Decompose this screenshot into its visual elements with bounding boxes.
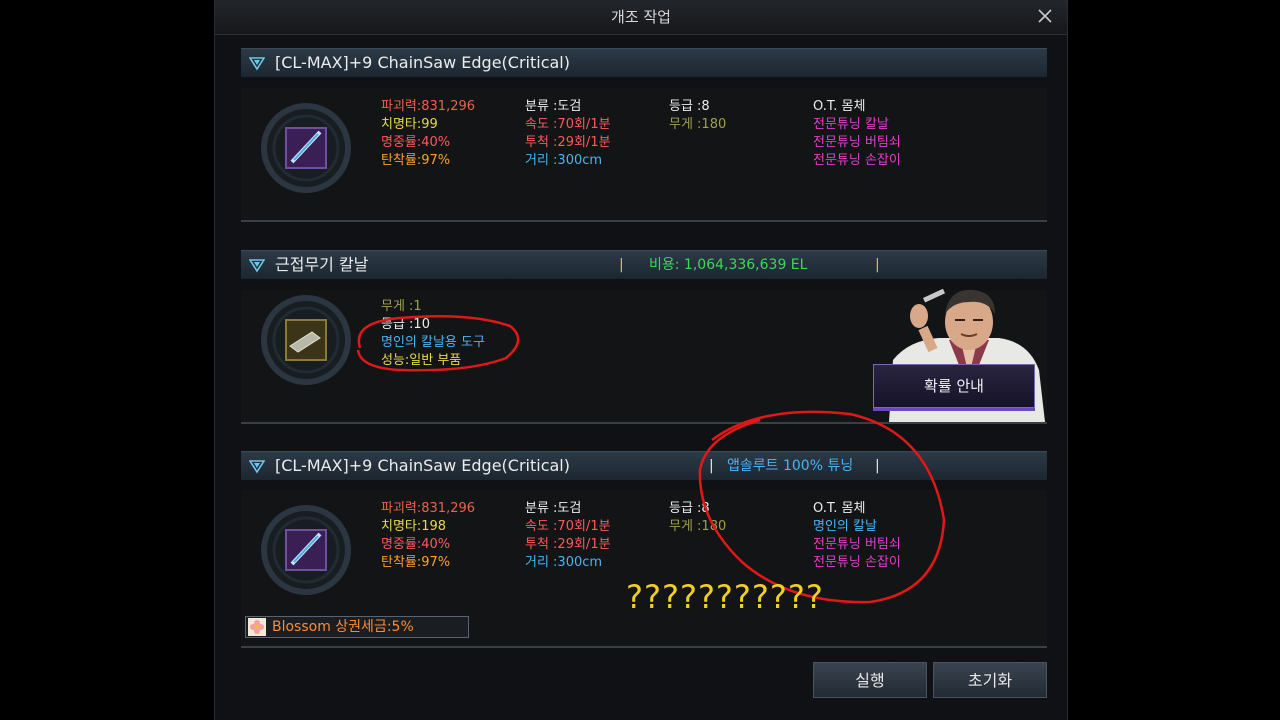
grade: 등급 :8 [669, 99, 710, 114]
part-handle: 전문튜닝 손잡이 [813, 153, 901, 168]
triangle-down-icon [249, 259, 265, 273]
triangle-down-icon [249, 57, 265, 71]
blossom-tax-badge: Blossom 상권세금:5% [245, 616, 469, 638]
category: 분류 :도검 [525, 501, 582, 516]
result-stats-col1: 파괴력:831,296 치명타:198 명중률:40% 탄착률:97% [381, 500, 475, 572]
accuracy: 명중률:40% [381, 537, 451, 552]
probability-guide-button[interactable]: 확률 안내 [873, 364, 1035, 408]
separator: | [875, 257, 880, 273]
range: 거리 :300cm [525, 153, 603, 168]
material-weight: 무게 :1 [381, 299, 422, 314]
item-name: [CL-MAX]+9 ChainSaw Edge(Critical) [275, 53, 570, 72]
throw-rate: 투척 :29회/1분 [525, 537, 611, 552]
accuracy: 명중률:40% [381, 135, 451, 150]
item-stats-col3: 등급 :8 무게 :180 [669, 98, 726, 134]
separator: | [709, 458, 714, 474]
part-body: O.T. 몸체 [813, 501, 866, 516]
attack-power: 파괴력:831,296 [381, 501, 476, 516]
part-handle: 전문튜닝 손잡이 [813, 555, 901, 570]
material-name: 근접무기 칼날 [275, 255, 369, 274]
result-slot-icon[interactable] [258, 502, 354, 598]
result-name: [CL-MAX]+9 ChainSaw Edge(Critical) [275, 456, 570, 475]
material-header: 근접무기 칼날 | 비용: 1,064,336,639 EL | [241, 250, 1047, 279]
throw-rate: 투척 :29회/1분 [525, 135, 611, 150]
tuning-text: 앱솔루트 100% 튜닝 [727, 458, 854, 474]
part-blade: 전문튜닝 칼날 [813, 117, 889, 132]
execute-button[interactable]: 실행 [813, 662, 927, 698]
separator: | [619, 257, 624, 273]
critical: 치명타:99 [381, 117, 438, 132]
part-blade: 명인의 칼날 [813, 519, 877, 534]
result-stats-col3: 등급 :8 무게 :180 [669, 500, 726, 536]
grade: 등급 :8 [669, 501, 710, 516]
impact-rate: 탄착률:97% [381, 555, 451, 570]
weight: 무게 :180 [669, 117, 727, 132]
cost-text: 비용: 1,064,336,639 EL [649, 257, 808, 273]
dialog-title: 개조 작업 [611, 8, 671, 26]
speed: 속도 :70회/1분 [525, 117, 611, 132]
item-parts-col: O.T. 몸체 전문튜닝 칼날 전문튜닝 버팀쇠 전문튜닝 손잡이 [813, 98, 901, 170]
item-stats-col2: 분류 :도검 속도 :70회/1분 투척 :29회/1분 거리 :300cm [525, 98, 611, 170]
item-header: [CL-MAX]+9 ChainSaw Edge(Critical) [241, 48, 1047, 77]
material-grade: 등급 :10 [381, 317, 430, 332]
triangle-down-icon [249, 460, 265, 474]
range: 거리 :300cm [525, 555, 603, 570]
material-stats: 무게 :1 등급 :10 명인의 칼날용 도구 성능:일반 부품 [381, 298, 485, 370]
critical: 치명타:198 [381, 519, 447, 534]
result-panel: 파괴력:831,296 치명타:198 명중률:40% 탄착률:97% 분류 :… [241, 490, 1047, 648]
material-type: 명인의 칼날용 도구 [381, 335, 485, 350]
separator: | [875, 458, 880, 474]
result-parts-col: O.T. 몸체 명인의 칼날 전문튜닝 버팀쇠 전문튜닝 손잡이 [813, 500, 901, 572]
item-panel: 파괴력:831,296 치명타:99 명중률:40% 탄착률:97% 분류 :도… [241, 88, 1047, 222]
weapon-slot-icon[interactable] [258, 100, 354, 196]
attack-power: 파괴력:831,296 [381, 99, 476, 114]
speed: 속도 :70회/1분 [525, 519, 611, 534]
material-slot-icon[interactable] [258, 292, 354, 388]
part-brace: 전문튜닝 버팀쇠 [813, 135, 901, 150]
question-marks-annotation: ??????????? [626, 578, 824, 616]
material-performance: 성능:일반 부품 [381, 353, 462, 368]
reset-button[interactable]: 초기화 [933, 662, 1047, 698]
close-icon[interactable] [1033, 4, 1057, 28]
weight: 무게 :180 [669, 519, 727, 534]
result-stats-col2: 분류 :도검 속도 :70회/1분 투척 :29회/1분 거리 :300cm [525, 500, 611, 572]
part-body: O.T. 몸체 [813, 99, 866, 114]
blossom-tax-text: Blossom 상권세금:5% [272, 619, 414, 635]
item-stats-col1: 파괴력:831,296 치명타:99 명중률:40% 탄착률:97% [381, 98, 475, 170]
flower-icon [248, 618, 266, 636]
part-brace: 전문튜닝 버팀쇠 [813, 537, 901, 552]
dialog-titlebar: 개조 작업 [215, 0, 1067, 35]
category: 분류 :도검 [525, 99, 582, 114]
impact-rate: 탄착률:97% [381, 153, 451, 168]
result-header: [CL-MAX]+9 ChainSaw Edge(Critical) | 앱솔루… [241, 451, 1047, 480]
